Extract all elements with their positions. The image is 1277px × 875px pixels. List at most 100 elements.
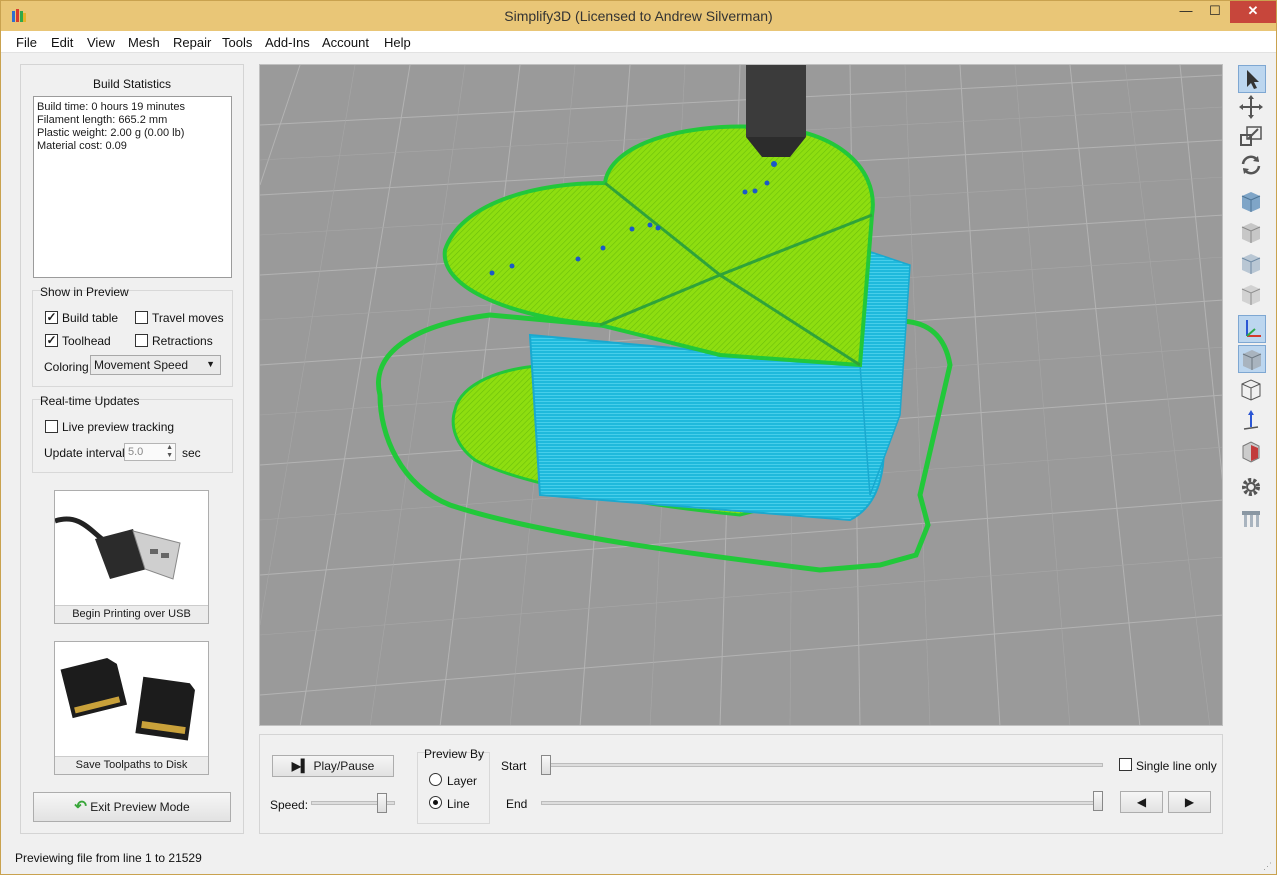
save-toolpaths-label: Save Toolpaths to Disk	[55, 756, 208, 774]
exit-preview-label: Exit Preview Mode	[90, 800, 190, 814]
travel-moves-checkbox[interactable]	[135, 311, 148, 324]
begin-printing-usb-label: Begin Printing over USB	[55, 605, 208, 623]
play-pause-icon: ▶▍	[291, 759, 311, 773]
select-tool-button[interactable]	[1238, 65, 1266, 93]
start-label: Start	[501, 759, 527, 773]
maximize-button[interactable]: ☐	[1201, 1, 1229, 23]
title-bar: Simplify3D (Licensed to Andrew Silverman…	[1, 1, 1276, 31]
realtime-updates-group	[32, 399, 233, 473]
play-pause-label: Play/Pause	[313, 759, 375, 773]
window-title: Simplify3D (Licensed to Andrew Silverman…	[504, 8, 773, 24]
retractions-label: Retractions	[152, 334, 213, 348]
save-toolpaths-button[interactable]: Save Toolpaths to Disk	[54, 641, 209, 775]
speed-label: Speed:	[270, 798, 309, 812]
end-slider-track[interactable]	[541, 801, 1103, 805]
chevron-down-icon: ▼	[206, 359, 215, 369]
cursor-icon	[1247, 70, 1259, 89]
menu-file[interactable]: File	[16, 35, 37, 50]
menu-help[interactable]: Help	[384, 35, 411, 50]
layer-radio-label: Layer	[447, 774, 478, 788]
menu-add-ins[interactable]: Add-Ins	[265, 35, 310, 50]
solid-cube-icon	[1242, 350, 1262, 370]
menu-tools[interactable]: Tools	[222, 35, 252, 50]
show-in-preview-title: Show in Preview	[40, 285, 129, 299]
next-step-button[interactable]: ▶	[1168, 791, 1211, 813]
preview-by-title: Preview By	[424, 747, 485, 761]
update-interval-spinbox[interactable]: 5.0 ▲ ▼	[124, 443, 176, 461]
stat-filament-length: Filament length: 665.2 mm	[37, 114, 168, 126]
supports-button[interactable]	[1238, 505, 1266, 533]
menu-account[interactable]: Account	[322, 35, 369, 50]
view-top-button[interactable]	[1238, 250, 1266, 278]
cube-front-icon	[1241, 223, 1261, 243]
update-interval-label: Update interval	[44, 446, 125, 460]
preview-viewport[interactable]	[259, 64, 1223, 726]
end-slider-thumb[interactable]	[1093, 791, 1103, 811]
previous-step-button[interactable]: ◀	[1120, 791, 1163, 813]
line-radio[interactable]	[429, 796, 442, 809]
stat-material-cost: Material cost: 0.09	[37, 140, 127, 152]
scale-tool-button[interactable]	[1238, 123, 1266, 151]
app-window: Simplify3D (Licensed to Andrew Silverman…	[0, 0, 1277, 875]
usb-cable-icon	[54, 516, 181, 580]
menu-edit[interactable]: Edit	[51, 35, 73, 50]
build-table-label: Build table	[62, 311, 119, 325]
exit-preview-button[interactable]: ↶ Exit Preview Mode	[33, 792, 231, 822]
toolhead-checkbox[interactable]: ✓	[45, 334, 58, 347]
line-radio-label: Line	[447, 797, 470, 811]
cross-section-icon	[1242, 441, 1260, 463]
show-axes-button[interactable]	[1238, 315, 1266, 343]
coloring-select[interactable]: Movement Speed ▼	[90, 355, 221, 375]
sd-card-icon	[60, 658, 195, 741]
playback-panel: ▶▍ Play/Pause Speed: Preview By Layer Li…	[259, 734, 1223, 834]
realtime-updates-title: Real-time Updates	[40, 394, 140, 408]
status-text: Previewing file from line 1 to 21529	[15, 851, 202, 865]
scale-icon	[1240, 126, 1262, 146]
normals-view-button[interactable]	[1238, 407, 1266, 435]
menu-repair[interactable]: Repair	[173, 35, 211, 50]
toolpath-preview-canvas[interactable]	[260, 65, 1223, 726]
build-statistics-box: Build time: 0 hours 19 minutes Filament …	[33, 96, 232, 278]
update-interval-unit: sec	[182, 446, 201, 460]
play-pause-button[interactable]: ▶▍ Play/Pause	[272, 755, 394, 777]
menu-bar: File Edit View Mesh Repair Tools Add-Ins…	[1, 31, 1276, 53]
travel-moves-label: Travel moves	[152, 311, 224, 325]
start-slider-thumb[interactable]	[541, 755, 551, 775]
close-button[interactable]: ✕	[1230, 1, 1276, 23]
wireframe-view-button[interactable]	[1238, 376, 1266, 404]
update-interval-value: 5.0	[128, 446, 144, 458]
menu-view[interactable]: View	[87, 35, 115, 50]
stat-build-time: Build time: 0 hours 19 minutes	[37, 101, 185, 113]
cross-section-button[interactable]	[1238, 438, 1266, 466]
menu-mesh[interactable]: Mesh	[128, 35, 160, 50]
begin-printing-usb-button[interactable]: Begin Printing over USB	[54, 490, 209, 624]
settings-button[interactable]	[1238, 474, 1266, 502]
view-default-button[interactable]	[1238, 188, 1266, 216]
spin-arrows-icon: ▲ ▼	[166, 444, 173, 459]
solid-view-button[interactable]	[1238, 345, 1266, 373]
right-arrow-icon: ▶	[1184, 795, 1195, 809]
build-table-checkbox[interactable]: ✓	[45, 311, 58, 324]
resize-grip-icon[interactable]: ⋰	[1263, 861, 1272, 872]
stat-plastic-weight: Plastic weight: 2.00 g (0.00 lb)	[37, 127, 185, 139]
coloring-value: Movement Speed	[94, 358, 189, 372]
gear-icon	[1242, 478, 1260, 496]
start-slider-track[interactable]	[541, 763, 1103, 767]
cube-view-icon	[1241, 192, 1261, 212]
layer-radio[interactable]	[429, 773, 442, 786]
move-arrows-icon	[1239, 95, 1263, 119]
cube-top-icon	[1241, 254, 1261, 274]
back-arrow-icon: ↶	[74, 798, 87, 815]
normals-icon	[1243, 410, 1259, 430]
move-tool-button[interactable]	[1238, 94, 1266, 122]
rotate-tool-button[interactable]	[1238, 152, 1266, 180]
minimize-button[interactable]: —	[1171, 1, 1201, 23]
retractions-checkbox[interactable]	[135, 334, 148, 347]
view-side-button[interactable]	[1238, 281, 1266, 309]
view-front-button[interactable]	[1238, 219, 1266, 247]
single-line-only-checkbox[interactable]	[1119, 758, 1132, 771]
top-fill-layer	[442, 124, 875, 368]
speed-slider-thumb[interactable]	[377, 793, 387, 813]
live-preview-tracking-checkbox[interactable]	[45, 420, 58, 433]
cube-side-icon	[1241, 285, 1261, 305]
